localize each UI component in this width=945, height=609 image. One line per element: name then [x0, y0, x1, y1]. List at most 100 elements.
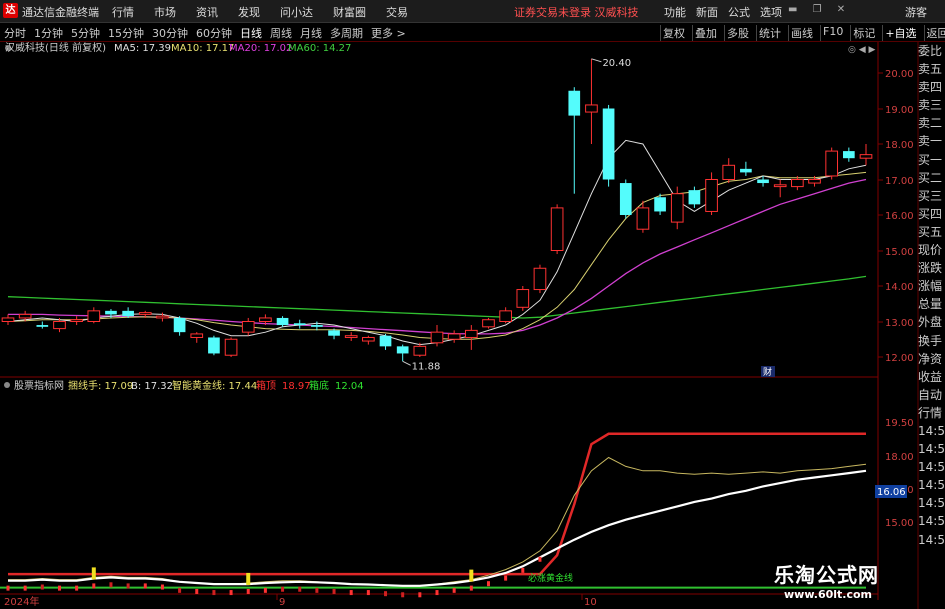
candle-body-up [722, 164, 736, 181]
signal-bar [229, 590, 233, 596]
side-item: 外盘 [918, 315, 943, 330]
signal-bar [521, 567, 525, 573]
box-top-value: 18.97 [282, 381, 311, 392]
ma20-line [8, 178, 867, 335]
signal-bar [109, 582, 113, 588]
x-tick: 9 [279, 597, 285, 608]
buy-signal-marker [246, 572, 251, 585]
side-item: 净资 [918, 351, 943, 366]
signal-bar [178, 587, 182, 593]
candle-body-down [208, 337, 220, 354]
kline-chart-area[interactable]: 汉威科技(日线 前复权) MA5: 17.39 MA10: 17.17 MA20… [0, 0, 945, 609]
low-label: 11.88 [412, 361, 441, 372]
b-line [8, 469, 867, 587]
side-item: 卖二 [918, 116, 943, 131]
side-time: 14:50 [918, 496, 945, 511]
ma10-legend: MA10: 17.17 [171, 43, 234, 54]
indicator-lines [0, 432, 867, 598]
side-item: 买五 [918, 224, 943, 239]
box-top-label: 箱顶 [256, 379, 276, 392]
watermark-url: www.60lt.com [784, 588, 873, 601]
side-item: 现价 [918, 243, 943, 258]
signal-bar [366, 590, 370, 596]
main-panel-title: 汉威科技(日线 前复权) [5, 41, 106, 54]
signal-bar [212, 590, 216, 596]
box-bottom-label: 箱底 [309, 379, 329, 392]
gold-line [8, 456, 867, 587]
candle-body-up [138, 312, 152, 315]
candle-body-down [396, 346, 409, 354]
y-tick: 12.00 [885, 353, 914, 364]
box-top-line [8, 432, 866, 576]
side-item: 委比 [918, 44, 943, 58]
candle-body-up [430, 331, 444, 344]
y-tick: 18.00 [885, 140, 914, 151]
signal-bar [332, 588, 336, 594]
candle-body-up [808, 179, 821, 184]
y-tick: 17.00 [885, 176, 914, 187]
candle-body-down [105, 310, 117, 315]
y-tick: 16.00 [885, 211, 914, 222]
candle-body-down [328, 330, 340, 336]
sub-y-tick: 19.50 [885, 418, 914, 429]
signal-bar [401, 592, 405, 598]
candle-body-up [859, 154, 873, 159]
candle-body-down [173, 317, 186, 333]
signal-bar [315, 587, 319, 593]
signal-bar [143, 583, 147, 589]
side-time: 14:50 [918, 460, 945, 475]
panel-settings-icon[interactable]: ◎ ◀ ▶ [848, 45, 875, 55]
sub-y-tick: 15.00 [885, 518, 914, 529]
candle-body-up [1, 317, 15, 323]
candle-body-up [585, 104, 598, 113]
buy-signal-marker [91, 567, 96, 580]
candle-body-down [757, 179, 769, 184]
candle-body-up [533, 267, 547, 291]
y-tick: 14.00 [885, 282, 914, 293]
sub-panel-title: 股票指标网 [14, 379, 64, 392]
candle-body-up [482, 319, 495, 328]
candle-body-up [464, 329, 478, 338]
side-item: 买三 [918, 188, 943, 203]
ma5-legend: MA5: 17.39 [114, 43, 171, 54]
indicator-legend-1: 捆线手: 17.09 [68, 379, 133, 392]
side-item: 卖一 [918, 134, 943, 149]
candle-body-up [773, 184, 787, 188]
side-item[interactable]: 自动 [918, 386, 945, 404]
order-book-panel: 委比 卖五 卖四 卖三 卖二 卖一 买一 买二 买三 买四 买五 现价 涨跌 涨… [918, 42, 945, 549]
side-item: 涨跌 [918, 261, 943, 276]
candle-body-up [670, 193, 684, 223]
signal-bar [92, 583, 96, 589]
side-time: 14:50 [918, 514, 945, 529]
side-item: 买四 [918, 206, 943, 221]
candle-body-up [259, 317, 272, 323]
signal-bar [6, 585, 10, 591]
y-tick: 13.00 [885, 318, 914, 329]
watermark: 乐淘公式网 www.60lt.com [760, 555, 945, 609]
main-y-ticks [878, 72, 883, 358]
current-value: 16.06 [877, 487, 906, 498]
signal-bar [384, 591, 388, 597]
candle-body-up [825, 150, 839, 177]
watermark-title: 乐淘公式网 [774, 563, 879, 587]
signal-bar [435, 590, 439, 596]
side-item: 卖四 [918, 80, 943, 95]
moving-average-lines [7, 139, 867, 346]
side-item: 收益 [918, 369, 943, 384]
candle-body-up [224, 338, 238, 356]
candle-body-down [602, 108, 615, 180]
candle-body-up [362, 336, 375, 342]
candle-body-down [688, 190, 701, 205]
y-tick: 20.00 [885, 69, 914, 80]
x-axis: 2024年 9 10 [4, 594, 597, 608]
signal-bar [40, 584, 44, 590]
sub-panel-toggle-icon[interactable] [4, 382, 10, 388]
indicator-legend-3: 智能黄金线: 17.44 [172, 379, 257, 392]
buy-signal-marker [469, 569, 474, 582]
candle-body-down [619, 183, 632, 215]
side-item[interactable]: 行情 [918, 404, 945, 422]
sub-y-tick: 18.00 [885, 452, 914, 463]
candle-body-up [636, 207, 650, 230]
candle-body-down [311, 325, 323, 327]
side-item: 买二 [918, 170, 943, 185]
